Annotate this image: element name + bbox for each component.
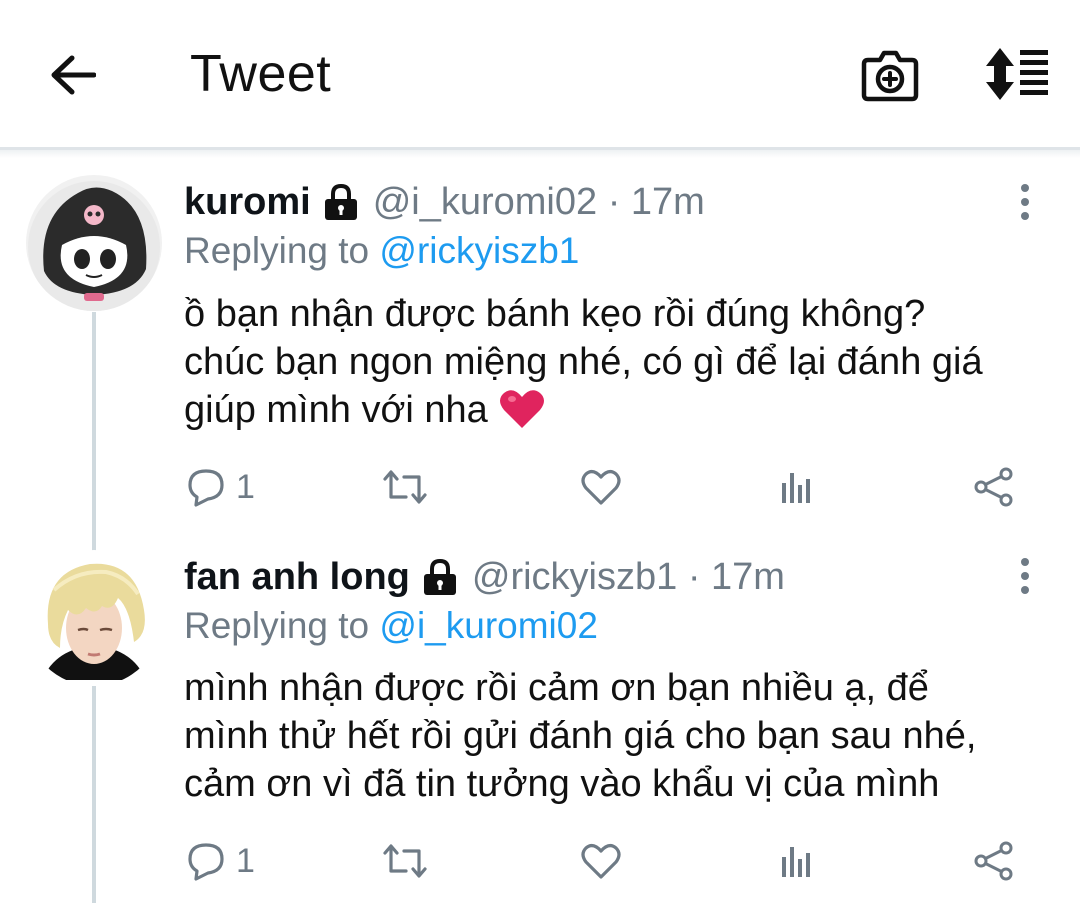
reply-button[interactable]: 1 [186,462,255,512]
arrow-left-icon [51,55,96,95]
share-icon [974,467,1013,507]
more-vertical-icon [1021,184,1029,220]
sort-icon [986,48,1048,100]
tweet-text: mình nhận được rồi cảm ơn bạn nhiều ạ, đ… [184,664,1044,808]
share-icon [974,841,1013,881]
replying-mention[interactable]: @i_kuromi02 [379,605,598,646]
display-name[interactable]: kuromi [184,181,311,224]
replying-to: Replying to @i_kuromi02 [184,605,598,647]
retweet-icon [383,844,427,878]
back-button[interactable] [48,52,98,98]
more-options-button[interactable] [1010,182,1040,222]
analytics-icon [782,473,810,503]
tweet-header: fan anh long @rickyiszb1 · 17m [184,553,785,601]
camera-add-icon [861,50,919,102]
top-bar: Tweet [0,0,1080,148]
reply-button[interactable]: 1 [186,836,255,886]
share-button[interactable] [972,462,1016,512]
analytics-button[interactable] [778,836,816,886]
share-button[interactable] [972,836,1016,886]
handle-and-time: @i_kuromi02 · 17m [372,180,705,223]
reply-icon [188,469,224,507]
replying-prefix: Replying to [184,230,380,271]
page-title: Tweet [190,45,332,103]
tweet-text-line: mình thử hết rồi gửi đánh giá cho bạn sa… [184,715,977,757]
reply-count: 1 [236,467,255,506]
lock-icon [321,182,361,222]
analytics-button[interactable] [778,462,816,512]
tweet-text: ồ bạn nhận được bánh kẹo rồi đúng không?… [184,290,1044,434]
replying-prefix: Replying to [184,605,380,646]
heart-emoji [500,390,545,428]
sort-button[interactable] [980,46,1050,102]
replying-to: Replying to @rickyiszb1 [184,230,579,272]
tweet-actions: 1 [0,836,1080,886]
avatar[interactable] [26,550,162,686]
tweet-text-line: cảm ơn vì đã tin tưởng vào khẩu vị của m… [184,763,940,805]
heart-outline-icon [581,470,621,505]
display-name[interactable]: fan anh long [184,556,410,599]
retweet-icon [383,470,427,504]
reply-icon [188,843,224,881]
header-shadow [0,150,1080,158]
tweet-text-line: mình nhận được rồi cảm ơn bạn nhiều ạ, đ… [184,667,929,709]
replying-mention[interactable]: @rickyiszb1 [379,230,579,271]
tweet-text-line: ồ bạn nhận được bánh kẹo rồi đúng không? [184,293,926,335]
like-button[interactable] [580,836,622,886]
more-vertical-icon [1021,558,1029,594]
retweet-button[interactable] [382,836,428,886]
analytics-icon [782,847,810,877]
tweet-header: kuromi @i_kuromi02 · 17m [184,178,705,226]
avatar[interactable] [26,175,162,311]
tweet-actions: 1 [0,462,1080,512]
tweet-text-line: giúp mình với nha [184,386,1044,434]
lock-icon [420,557,460,597]
camera-button[interactable] [860,46,920,104]
heart-outline-icon [581,844,621,879]
like-button[interactable] [580,462,622,512]
reply-count: 1 [236,841,255,880]
more-options-button[interactable] [1010,556,1040,596]
tweet-text-line: chúc bạn ngon miệng nhé, có gì để lại đá… [184,341,983,383]
retweet-button[interactable] [382,462,428,512]
thread-line [92,312,96,552]
handle-and-time: @rickyiszb1 · 17m [471,555,785,598]
